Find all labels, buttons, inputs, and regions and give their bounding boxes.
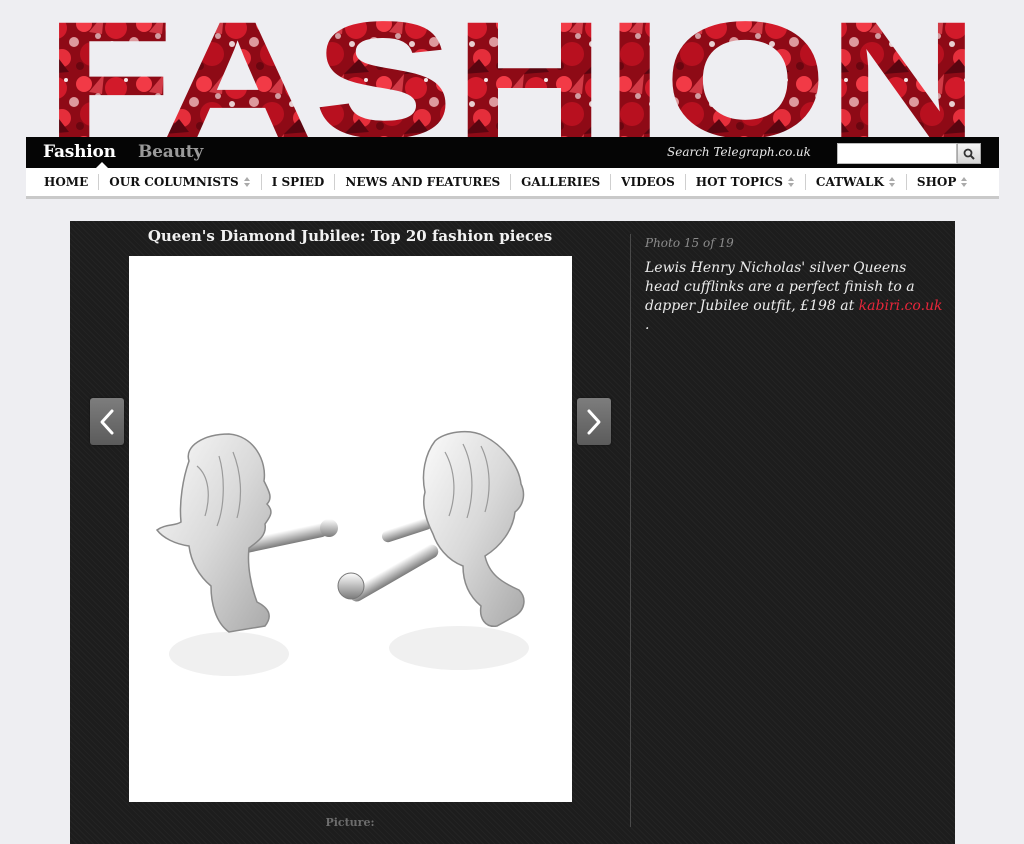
nav-videos[interactable]: VIDEOS	[611, 174, 686, 190]
masthead-title: FASHION	[45, 14, 979, 138]
photo-gallery: Queen's Diamond Jubilee: Top 20 fashion …	[70, 221, 955, 844]
tab-beauty[interactable]: Beauty	[138, 142, 203, 162]
nav-label: HOT TOPICS	[695, 175, 783, 189]
dropdown-caret-icon	[888, 177, 896, 187]
chevron-right-icon	[587, 409, 601, 434]
search-button[interactable]	[957, 143, 981, 164]
chevron-left-icon	[100, 409, 114, 434]
nav-news-and-features[interactable]: NEWS AND FEATURES	[335, 174, 512, 190]
dropdown-caret-icon	[787, 177, 795, 187]
next-photo-button[interactable]	[577, 398, 611, 445]
previous-photo-button[interactable]	[90, 398, 124, 445]
dropdown-caret-icon	[961, 177, 968, 187]
nav-label: HOME	[44, 175, 89, 189]
section-bar: Fashion Beauty Search Telegraph.co.uk	[26, 137, 999, 168]
cufflinks-photo	[129, 256, 572, 802]
gallery-photo[interactable]	[129, 256, 572, 802]
nav-label: I SPIED	[271, 175, 325, 189]
caption-shop-link[interactable]: kabiri.co.uk	[859, 298, 943, 314]
nav-label: GALLERIES	[521, 175, 601, 189]
gallery-divider	[630, 234, 631, 827]
caption-end: .	[645, 317, 650, 333]
nav-hot-topics[interactable]: HOT TOPICS	[686, 174, 806, 190]
picture-credit: Picture:	[325, 816, 375, 829]
nav-label: CATWALK	[815, 175, 884, 189]
nav-our-columnists[interactable]: OUR COLUMNISTS	[99, 174, 262, 190]
photo-counter: Photo 15 of 19	[645, 236, 734, 250]
magnifier-icon	[963, 148, 975, 160]
photo-caption: Lewis Henry Nicholas' silver Queens head…	[645, 259, 945, 335]
search-input[interactable]	[837, 143, 957, 164]
nav-label: VIDEOS	[621, 175, 675, 189]
dropdown-caret-icon	[243, 177, 251, 187]
nav-label: NEWS AND FEATURES	[345, 175, 501, 189]
gallery-title: Queen's Diamond Jubilee: Top 20 fashion …	[147, 227, 553, 245]
search-label: Search Telegraph.co.uk	[667, 145, 811, 159]
main-nav: HOME OUR COLUMNISTS I SPIED NEWS AND FEA…	[26, 168, 999, 199]
tab-fashion[interactable]: Fashion	[43, 142, 116, 162]
nav-label: SHOP	[916, 175, 957, 189]
nav-galleries[interactable]: GALLERIES	[511, 174, 612, 190]
nav-shop[interactable]: SHOP	[907, 174, 978, 190]
nav-label: OUR COLUMNISTS	[109, 175, 239, 189]
fashion-masthead-logo[interactable]: FASHION	[44, 14, 980, 138]
nav-home[interactable]: HOME	[34, 174, 100, 190]
nav-catwalk[interactable]: CATWALK	[806, 174, 907, 190]
nav-i-spied[interactable]: I SPIED	[262, 174, 336, 190]
